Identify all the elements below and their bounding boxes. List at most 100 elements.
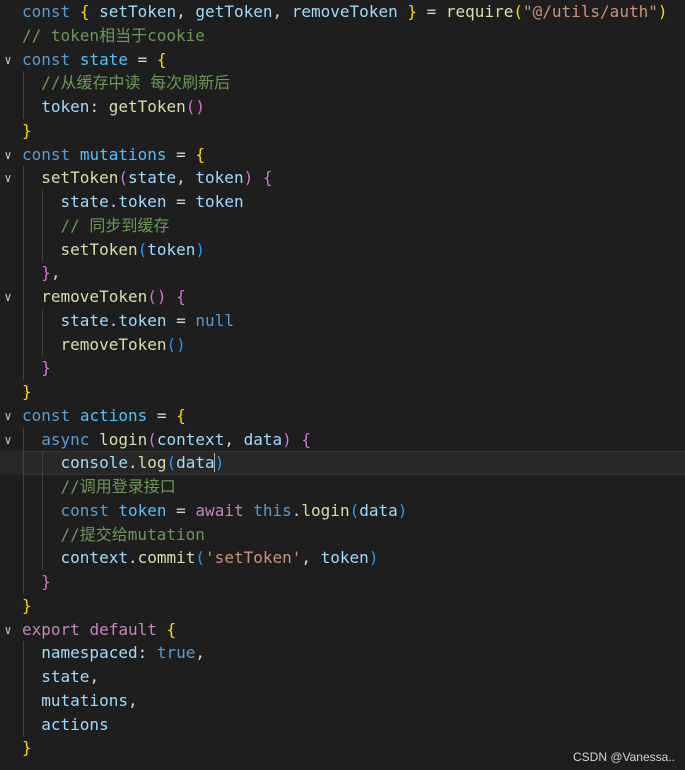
code-token: = [147,405,177,425]
watermark: CSDN @Vanessa.. [573,750,675,764]
code-text: async login(context, data) { [22,428,311,452]
code-line[interactable]: // 同步到缓存 [0,214,685,238]
code-text: const token = await this.login(data) [22,499,408,523]
code-line[interactable]: const token = await this.login(data) [0,499,685,523]
chevron-down-icon[interactable]: ∨ [0,404,16,428]
code-text: token: getToken() [22,95,205,119]
chevron-down-icon[interactable]: ∨ [0,428,16,452]
code-line[interactable]: namespaced: true, [0,641,685,665]
code-line[interactable]: state, [0,665,685,689]
code-line[interactable]: state.token = null [0,309,685,333]
code-line[interactable]: ∨ async login(context, data) { [0,428,685,452]
code-line[interactable]: } [0,594,685,618]
code-token: ) [214,453,225,473]
code-token: state [127,168,177,188]
code-token: , [176,168,196,188]
code-token: } [22,738,32,758]
text-cursor [214,453,215,473]
code-line[interactable]: } [0,356,685,380]
code-line[interactable]: console.log(data) [0,451,685,476]
code-token: , [176,2,196,21]
code-line[interactable]: ∨ removeToken() { [0,285,685,309]
chevron-down-icon[interactable]: ∨ [0,48,16,72]
code-token: = [166,192,196,211]
code-line[interactable]: mutations, [0,689,685,713]
code-line[interactable]: ∨ setToken(state, token) { [0,166,685,190]
code-token: ) [282,429,292,449]
code-token: } [41,572,51,591]
code-line[interactable]: ∨ const mutations = { [0,143,685,167]
code-line[interactable]: setToken(token) [0,238,685,262]
code-token: mutations [79,144,167,164]
code-token: console [60,453,128,473]
code-line[interactable]: const { setToken, getToken, removeToken … [0,0,685,24]
code-line[interactable]: actions [0,713,685,737]
code-line[interactable]: //从缓存中读 每次刷新后 [0,71,685,95]
code-token: await [195,500,244,520]
code-token: { [156,49,167,69]
code-line[interactable]: removeToken() [0,333,685,357]
code-line[interactable]: } [0,380,685,404]
code-token: , [195,643,206,663]
code-token: , [127,690,138,710]
code-line[interactable]: ∨ const actions = { [0,404,685,428]
code-token: const [22,405,71,425]
code-line[interactable]: // token相当于cookie [0,24,685,48]
code-token: data [359,500,398,520]
code-token: require [445,2,514,21]
chevron-down-icon[interactable]: ∨ [0,618,16,642]
code-token: . [127,548,138,568]
code-token: , [224,429,244,449]
code-token: // token相当于cookie [22,25,205,45]
code-token: commit [137,548,196,568]
code-text: removeToken() { [22,285,186,309]
code-line[interactable]: state.token = token [0,190,685,214]
code-token: { [262,168,273,188]
code-line[interactable]: ∨ export default { [0,618,685,642]
code-line[interactable]: context.commit('setToken', token) [0,546,685,570]
code-text: //从缓存中读 每次刷新后 [22,71,230,95]
indent-guide [42,308,44,357]
code-line[interactable]: ∨ const state = { [0,48,685,72]
code-line[interactable]: //提交给mutation [0,523,685,547]
code-token: . [108,192,119,211]
code-text: const { setToken, getToken, removeToken … [22,0,667,24]
code-token: export [22,619,80,639]
code-line[interactable]: } [0,570,685,594]
chevron-down-icon[interactable]: ∨ [0,166,16,190]
code-token: = [166,500,196,520]
code-line[interactable]: }, [0,261,685,285]
code-text: } [22,570,51,594]
code-token: } [407,2,417,21]
code-token: ( [195,548,206,568]
code-line[interactable]: //调用登录接口 [0,475,685,499]
code-line[interactable]: token: getToken() [0,95,685,119]
chevron-down-icon[interactable]: ∨ [0,143,16,167]
code-text: state, [22,665,99,689]
code-token: } [22,120,32,140]
code-text: //调用登录接口 [22,475,176,499]
code-text: context.commit('setToken', token) [22,546,379,570]
code-text: const actions = { [22,404,186,428]
code-text: } [22,119,32,143]
chevron-down-icon[interactable]: ∨ [0,285,16,309]
code-text: actions [22,713,108,737]
code-line[interactable]: } [0,119,685,143]
code-text: console.log(data) [22,451,225,475]
code-token: } [41,358,51,378]
code-text: //提交给mutation [22,523,205,547]
code-token: "@/utils/auth" [522,2,658,21]
code-text: }, [22,261,60,285]
code-token: log [137,453,167,473]
code-token: getToken [195,2,273,21]
code-token: () [185,97,206,116]
code-editor[interactable]: const { setToken, getToken, removeToken … [0,0,685,770]
code-token: removeToken [291,2,398,21]
code-token: token [195,192,244,211]
